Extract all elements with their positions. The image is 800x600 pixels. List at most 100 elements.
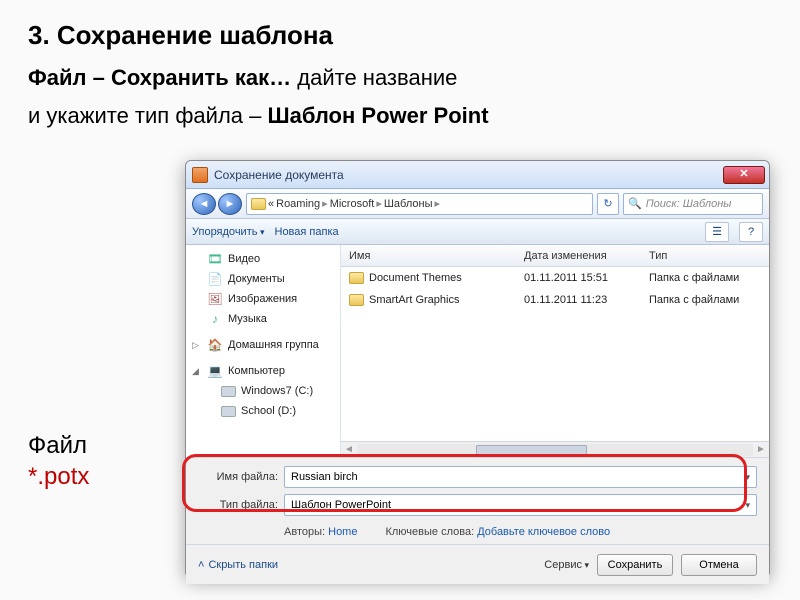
home-icon: 🏠 <box>207 337 223 353</box>
cancel-button[interactable]: Отмена <box>681 554 757 576</box>
titlebar: Сохранение документа ✕ <box>186 161 769 189</box>
file-list[interactable]: Имя Дата изменения Тип Document Themes 01… <box>341 245 769 457</box>
search-placeholder: Поиск: Шаблоны <box>646 198 732 210</box>
table-row[interactable]: Document Themes 01.11.2011 15:51Папка с ф… <box>341 267 769 289</box>
disk-icon <box>221 406 236 417</box>
authors-label: Авторы: <box>284 526 325 538</box>
close-button[interactable]: ✕ <box>723 166 765 184</box>
filetype-value: Шаблон PowerPoint <box>291 499 391 511</box>
nav-tree[interactable]: 🎞 Видео 📄 Документы 🖼 Изображения ♪Музыка ▷ 🏠 Дом… <box>186 245 341 457</box>
nav-bar: ◄ ► « Roaming▸ Microsoft▸ Шаблоны▸ ↻ 🔍 П… <box>186 189 769 219</box>
filename-label: Имя файла: <box>198 471 278 483</box>
meta-row: Авторы: Home Ключевые слова: Добавьте кл… <box>198 522 757 540</box>
col-date[interactable]: Дата изменения <box>516 250 641 262</box>
row-name: SmartArt Graphics <box>369 294 459 306</box>
table-row[interactable]: SmartArt Graphics 01.11.2011 11:23Папка с… <box>341 289 769 311</box>
ext-pattern: *.potx <box>28 461 89 492</box>
col-name[interactable]: Имя <box>341 250 516 262</box>
view-mode-button[interactable]: ☰ <box>705 222 729 242</box>
filename-input[interactable]: Russian birch <box>284 466 757 488</box>
form-area: Имя файла: Russian birch Тип файла: Шабл… <box>186 457 769 544</box>
tree-item[interactable]: 🖼 Изображения <box>186 289 340 309</box>
video-icon: 🎞 <box>207 251 223 267</box>
slide-subline-1: Файл – Сохранить как… дайте название <box>0 59 800 97</box>
slide-subline-2: и укажите тип файла – Шаблон Power Point <box>0 97 800 135</box>
h-scrollbar[interactable]: ◄ ► <box>341 441 769 457</box>
forward-button[interactable]: ► <box>218 193 242 215</box>
authors-value[interactable]: Home <box>328 526 357 538</box>
filename-value: Russian birch <box>291 471 358 483</box>
filetype-label: Тип файла: <box>198 499 278 511</box>
chevron-up-icon: ˄ <box>198 559 204 571</box>
file-extension-label: Файл *.potx <box>28 430 89 492</box>
tree-label: Компьютер <box>228 365 285 377</box>
breadcrumb[interactable]: « Roaming▸ Microsoft▸ Шаблоны▸ <box>246 193 593 215</box>
app-icon <box>192 167 208 183</box>
folder-icon <box>251 198 266 210</box>
tree-item[interactable]: School (D:) <box>186 401 340 421</box>
tree-item[interactable]: Windows7 (C:) <box>186 381 340 401</box>
doc-icon: 📄 <box>207 271 223 287</box>
slide-bold-1: Файл – Сохранить как… <box>28 65 291 90</box>
disk-icon <box>221 386 236 397</box>
back-button[interactable]: ◄ <box>192 193 216 215</box>
tools-menu[interactable]: Сервис <box>544 559 589 571</box>
nav-arrows: ◄ ► <box>192 193 242 215</box>
bc-3[interactable]: Шаблоны <box>384 198 433 210</box>
bc-1[interactable]: Roaming <box>276 198 320 210</box>
tree-item[interactable]: ♪Музыка <box>186 309 340 329</box>
slide-bold-2: Шаблон Power Point <box>267 103 488 128</box>
tree-label: Домашняя группа <box>228 339 319 351</box>
slide-rest-1: дайте название <box>291 65 457 90</box>
keywords-value[interactable]: Добавьте ключевое слово <box>477 526 610 538</box>
music-icon: ♪ <box>207 311 223 327</box>
search-icon: 🔍 <box>628 197 642 210</box>
tree-item[interactable]: ◢ 💻 Компьютер <box>186 361 340 381</box>
toolbar: Упорядочить Новая папка ☰ ? <box>186 219 769 245</box>
row-type: Папка с файлами <box>641 294 769 306</box>
dialog-title: Сохранение документа <box>214 168 723 182</box>
main-area: 🎞 Видео 📄 Документы 🖼 Изображения ♪Музыка ▷ 🏠 Дом… <box>186 245 769 457</box>
row-date: 01.11.2011 15:51 <box>516 272 641 284</box>
row-type: Папка с файлами <box>641 272 769 284</box>
img-icon: 🖼 <box>207 291 223 307</box>
slide-plain-2: и укажите тип файла – <box>28 103 267 128</box>
pc-icon: 💻 <box>207 363 223 379</box>
folder-icon <box>349 294 364 306</box>
save-as-dialog: Сохранение документа ✕ ◄ ► « Roaming▸ Mi… <box>185 160 770 578</box>
organize-menu[interactable]: Упорядочить <box>192 226 265 238</box>
tree-label: Windows7 (C:) <box>241 385 313 397</box>
list-header[interactable]: Имя Дата изменения Тип <box>341 245 769 267</box>
filetype-select[interactable]: Шаблон PowerPoint <box>284 494 757 516</box>
col-type[interactable]: Тип <box>641 250 769 262</box>
bc-root[interactable]: « <box>268 198 274 210</box>
row-name: Document Themes <box>369 272 462 284</box>
row-date: 01.11.2011 11:23 <box>516 294 641 306</box>
scroll-left[interactable]: ◄ <box>341 444 357 455</box>
new-folder-button[interactable]: Новая папка <box>275 226 339 238</box>
scroll-right[interactable]: ► <box>753 444 769 455</box>
bc-2[interactable]: Microsoft <box>330 198 375 210</box>
hide-folders-label: Скрыть папки <box>208 559 278 571</box>
tree-label: Документы <box>228 273 285 285</box>
scroll-track[interactable] <box>357 444 753 456</box>
help-button[interactable]: ? <box>739 222 763 242</box>
expand-icon[interactable]: ▷ <box>192 340 202 351</box>
tree-label: Изображения <box>228 293 297 305</box>
tree-item[interactable]: 📄 Документы <box>186 269 340 289</box>
keywords-label: Ключевые слова: <box>385 526 474 538</box>
slide-heading: 3. Сохранение шаблона <box>0 0 800 59</box>
tree-label: Видео <box>228 253 260 265</box>
hide-folders-toggle[interactable]: ˄ Скрыть папки <box>198 559 278 571</box>
tree-item[interactable]: ▷ 🏠 Домашняя группа <box>186 335 340 355</box>
tree-item[interactable]: 🎞 Видео <box>186 249 340 269</box>
search-box[interactable]: 🔍 Поиск: Шаблоны <box>623 193 763 215</box>
scroll-thumb[interactable] <box>476 445 587 455</box>
ext-word: Файл <box>28 430 89 461</box>
expand-icon[interactable]: ◢ <box>192 366 202 377</box>
refresh-button[interactable]: ↻ <box>597 193 619 215</box>
folder-icon <box>349 272 364 284</box>
dialog-footer: ˄ Скрыть папки Сервис Сохранить Отмена <box>186 544 769 584</box>
tree-label: School (D:) <box>241 405 296 417</box>
save-button[interactable]: Сохранить <box>597 554 673 576</box>
